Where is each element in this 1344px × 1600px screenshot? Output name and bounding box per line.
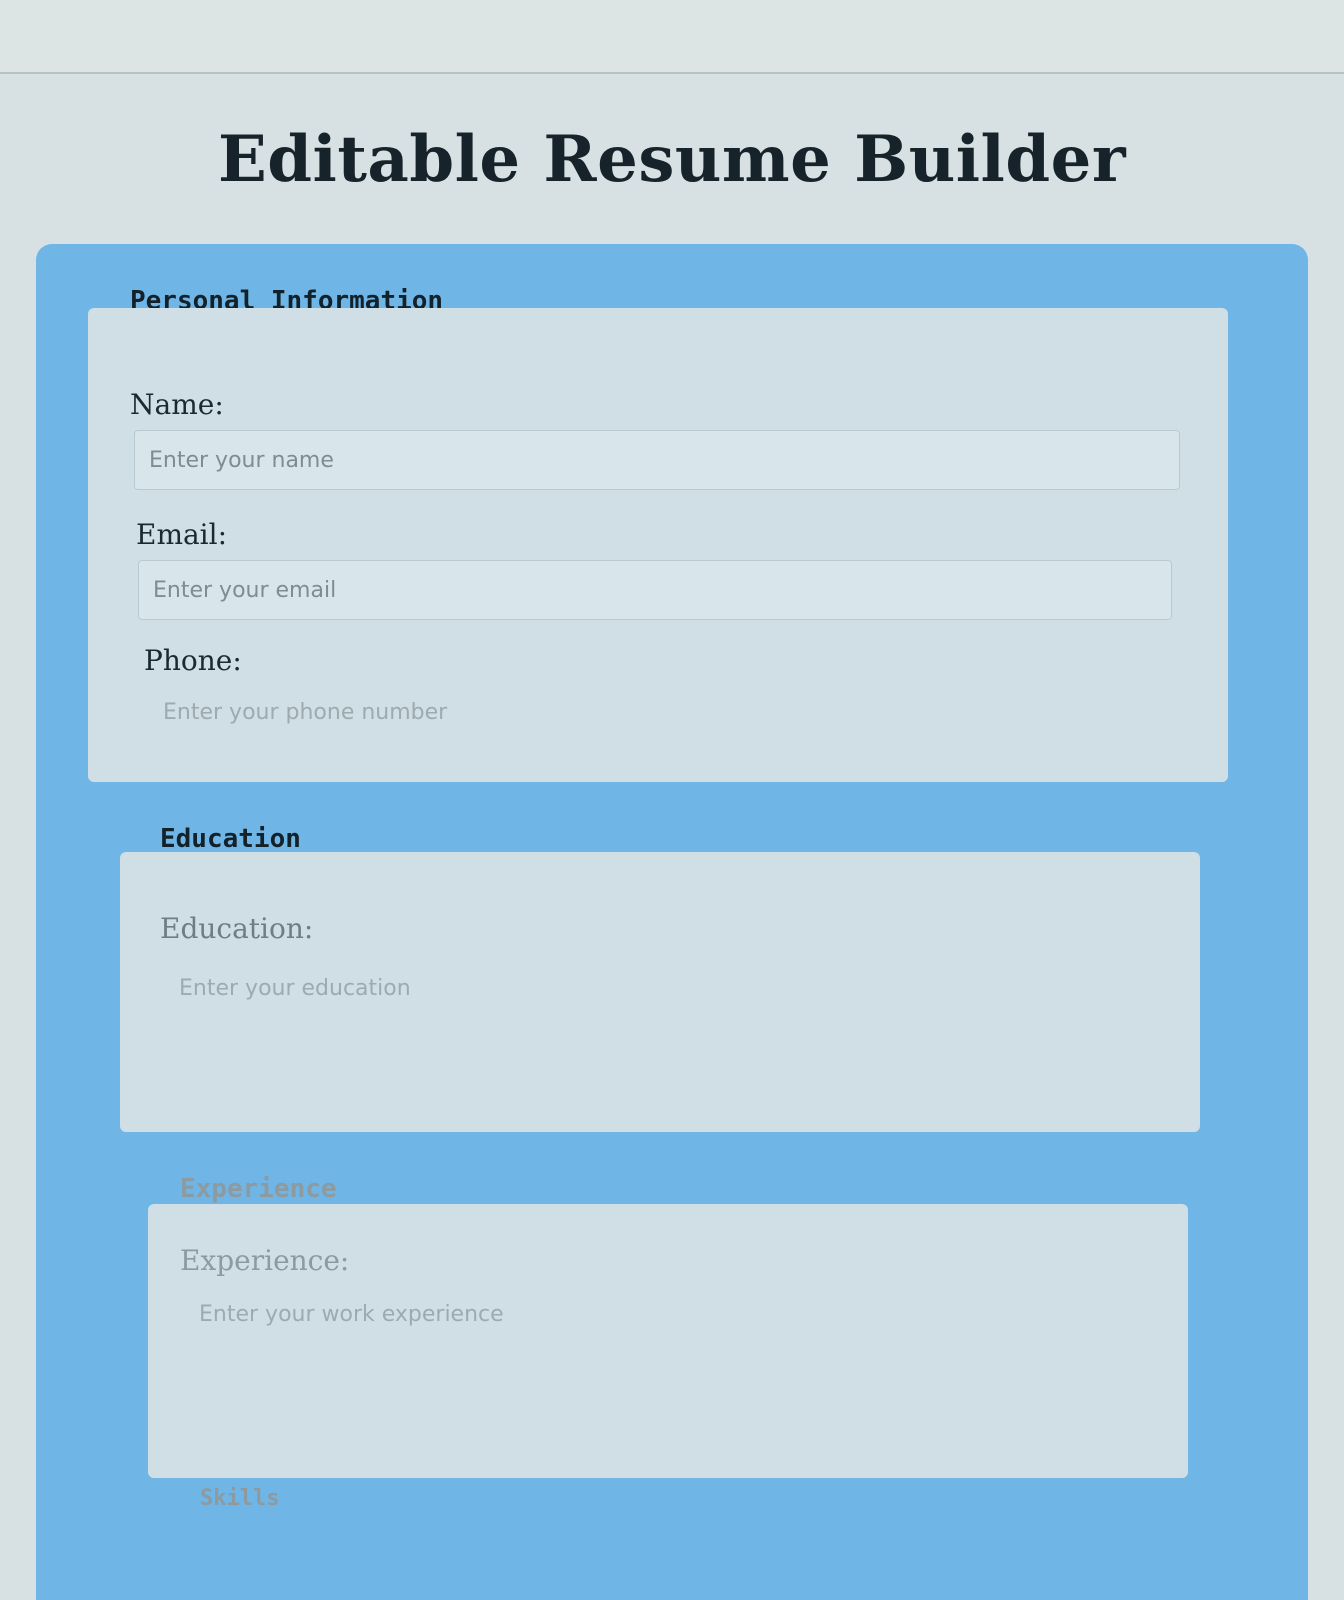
email-label: Email: [136, 518, 228, 551]
name-label: Name: [130, 388, 224, 421]
education-input[interactable] [164, 958, 1144, 1018]
experience-section-title: Experience [180, 1174, 337, 1204]
experience-label: Experience: [180, 1244, 350, 1277]
education-label: Education: [160, 912, 314, 945]
email-input[interactable] [138, 560, 1172, 620]
experience-input[interactable] [184, 1284, 1144, 1344]
phone-label: Phone: [144, 644, 242, 677]
resume-form-container: Personal Information Name: Email: Phone:… [36, 244, 1308, 1600]
phone-input[interactable] [148, 682, 1168, 742]
page-title: Editable Resume Builder [217, 122, 1127, 197]
experience-section: Experience: [148, 1204, 1188, 1478]
education-section: Education: [120, 852, 1200, 1132]
skills-section-title: Skills [200, 1486, 280, 1511]
education-section-title: Education [160, 824, 301, 854]
personal-section: Name: Email: Phone: [88, 308, 1228, 782]
name-input[interactable] [134, 430, 1180, 490]
browser-top-strip [0, 0, 1344, 74]
